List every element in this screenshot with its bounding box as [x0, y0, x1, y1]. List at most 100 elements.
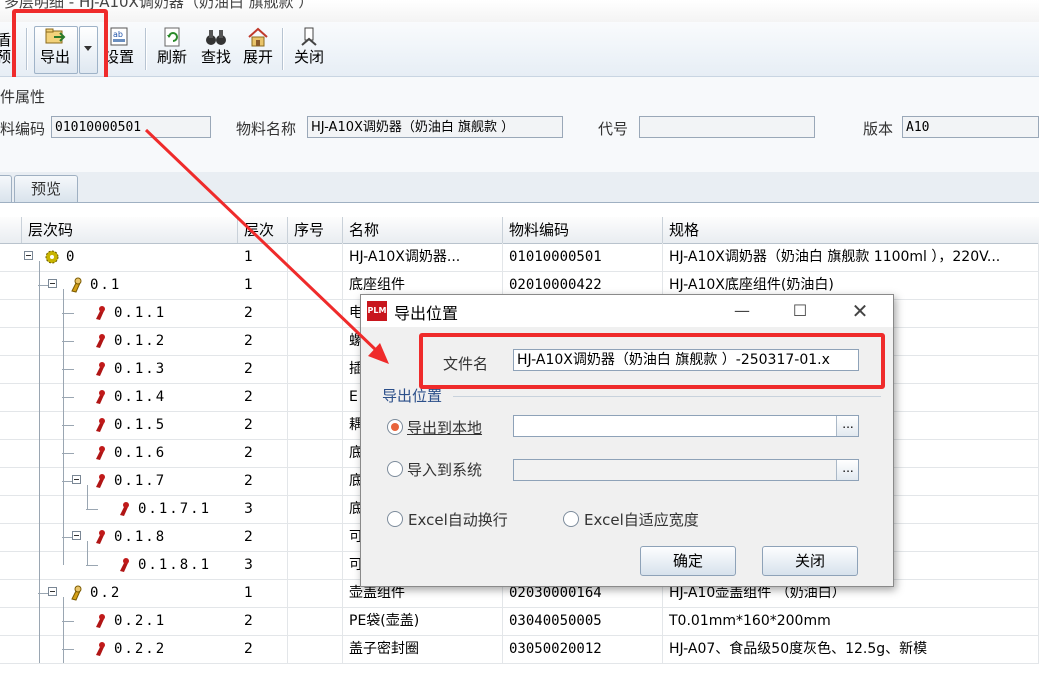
tree-connector	[87, 485, 88, 509]
table-row[interactable]: 0.2.2 2 盖子密封圈 03050020012 HJ-A07、食品级50度灰色、12…	[0, 635, 1039, 664]
tree-code: 0.1.3	[114, 361, 167, 377]
local-path-input[interactable]: ...	[513, 415, 859, 437]
tree-code: 0.1.8.1	[138, 557, 212, 573]
close-button[interactable]: 关闭	[291, 26, 327, 72]
dialog-title: 导出位置	[394, 304, 459, 323]
table-row[interactable]: 0 1 HJ-A10X调奶器... 01010000501 HJ-A10X调奶器（奶油白…	[0, 243, 1039, 272]
alias-label: 代号	[598, 120, 629, 138]
import-system-label[interactable]: 导入到系统	[407, 459, 482, 480]
close-icon[interactable]: ✕	[847, 299, 873, 323]
tab-preview[interactable]: 预览	[14, 175, 78, 202]
part-icon	[96, 418, 105, 432]
tree-expander[interactable]	[48, 279, 57, 288]
import-system-radio[interactable]	[387, 461, 403, 477]
tree-code: 0.1.5	[114, 417, 167, 433]
system-browse-button[interactable]: ...	[836, 460, 858, 480]
cell-level: 2	[238, 439, 288, 467]
ok-button[interactable]: 确定	[640, 546, 736, 576]
tree-expander[interactable]	[48, 587, 57, 596]
excel-fit-checkbox[interactable]	[563, 511, 579, 527]
tree-code: 0.1.7	[114, 473, 167, 489]
excel-wrap-label[interactable]: Excel自动换行	[408, 509, 508, 530]
system-path-input[interactable]: ...	[513, 459, 859, 481]
part-icon	[96, 362, 105, 376]
properties-panel: 件属性 料编码 01010000501 物料名称 HJ-A10X调奶器（奶油白 …	[0, 77, 1039, 177]
binoculars-icon	[206, 30, 226, 45]
export-local-radio[interactable]	[387, 419, 403, 435]
cell-seq	[288, 271, 343, 299]
tree-code: 0.1.8	[114, 529, 167, 545]
dialog-close-button[interactable]: 关闭	[762, 546, 858, 576]
tree-expander[interactable]	[72, 475, 81, 484]
excel-fit-label[interactable]: Excel自适应宽度	[584, 509, 699, 530]
find-button[interactable]: 查找	[198, 26, 234, 72]
cell-level: 1	[238, 271, 288, 299]
tree-code: 0.1	[90, 277, 122, 293]
cell-spec: T0.01mm*160*200mm	[663, 607, 1039, 635]
assembly-icon	[71, 585, 82, 601]
cell-seq	[288, 299, 343, 327]
house-icon	[248, 27, 268, 47]
cell-level: 2	[238, 411, 288, 439]
cell-seq	[288, 607, 343, 635]
tree-code: 0.1.7.1	[138, 501, 212, 517]
tree-code: 0.1.4	[114, 389, 167, 405]
properties-group-title: 件属性	[0, 88, 46, 106]
cell-level: 3	[238, 495, 288, 523]
alias-field[interactable]	[639, 116, 815, 138]
cell-level: 2	[238, 383, 288, 411]
excel-wrap-checkbox[interactable]	[387, 511, 403, 527]
export-local-label[interactable]: 导出到本地	[407, 417, 482, 438]
cell-name: 盖子密封圈	[343, 635, 503, 663]
cell-level: 2	[238, 299, 288, 327]
tree-expander[interactable]	[24, 251, 33, 260]
tab-first[interactable]	[0, 175, 12, 202]
tree-code: 0.2.2	[114, 641, 167, 657]
header-spec[interactable]: 规格	[663, 217, 1039, 243]
tab-bar: 预览	[0, 172, 1039, 203]
cell-seq	[288, 579, 343, 607]
header-level[interactable]: 层次	[238, 217, 288, 243]
cell-seq	[288, 411, 343, 439]
table-row[interactable]: 0.2.1 2 PE袋(壶盖) 03040050005 T0.01mm*160*200m…	[0, 607, 1039, 636]
cell-level: 2	[238, 635, 288, 663]
material-code-field[interactable]: 01010000501	[51, 116, 211, 138]
version-field[interactable]: A10	[902, 116, 1039, 138]
cell-seq	[288, 327, 343, 355]
grid-header: 层次码 层次 序号 名称 物料编码 规格	[0, 217, 1039, 244]
part-icon	[96, 474, 105, 488]
cell-spec: HJ-A10X调奶器（奶油白 旗舰款 1100ml ），220V...	[663, 243, 1039, 271]
local-browse-button[interactable]: ...	[836, 416, 858, 436]
cell-seq	[288, 551, 343, 579]
header-seq[interactable]: 序号	[288, 217, 343, 243]
header-tree-code[interactable]: 层次码	[22, 217, 238, 243]
tree-expander[interactable]	[72, 531, 81, 540]
tree-code: 0.1.6	[114, 445, 167, 461]
find-label: 查找	[200, 48, 231, 66]
tree-connector	[63, 289, 64, 565]
material-name-field[interactable]: HJ-A10X调奶器（奶油白 旗舰款 ）	[307, 116, 563, 138]
part-icon	[96, 614, 105, 628]
minimize-icon[interactable]: —	[729, 299, 755, 323]
material-name-label: 物料名称	[236, 120, 297, 138]
cell-seq	[288, 523, 343, 551]
cell-level: 2	[238, 355, 288, 383]
header-arrow	[0, 217, 22, 243]
tree-code: 0	[66, 249, 77, 265]
cell-level: 1	[238, 243, 288, 271]
cell-seq	[288, 383, 343, 411]
header-material-code[interactable]: 物料编码	[503, 217, 663, 243]
gear-icon	[45, 250, 59, 264]
cell-name: HJ-A10X调奶器...	[343, 243, 503, 271]
plm-logo: PLM	[367, 301, 387, 321]
cell-seq	[288, 243, 343, 271]
preview-label: 盾 预	[0, 31, 12, 66]
refresh-button[interactable]: 刷新	[154, 26, 190, 72]
tree-connector	[87, 541, 88, 565]
tree-connector	[86, 565, 98, 566]
maximize-icon[interactable]: ☐	[787, 299, 813, 323]
window-title-bar: 多层明细 - HJ-A10X调奶器（奶油白 旗舰款 ）	[0, 0, 1039, 22]
close-label: 关闭	[293, 48, 324, 66]
expand-button[interactable]: 展开	[240, 26, 276, 72]
header-name[interactable]: 名称	[343, 217, 503, 243]
